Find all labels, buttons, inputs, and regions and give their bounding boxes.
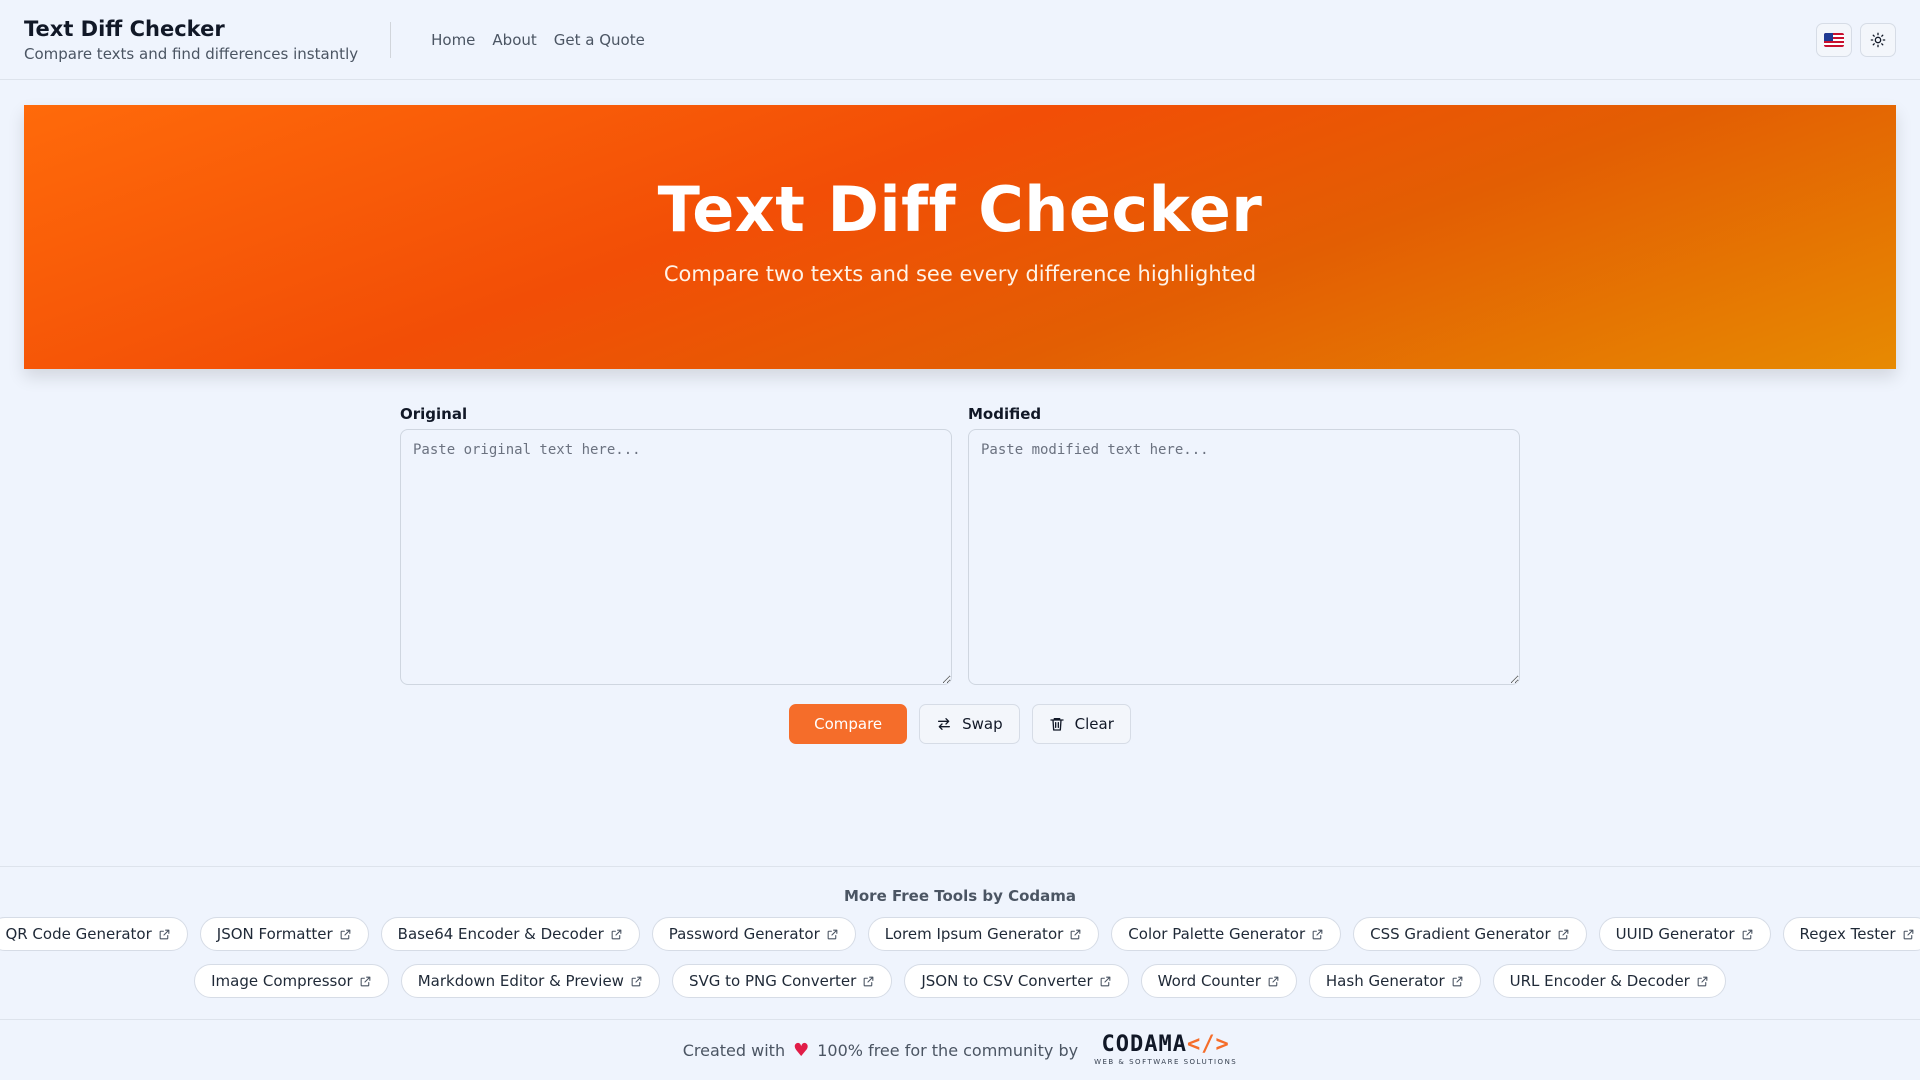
nav-get-a-quote-link[interactable]: Get a Quote bbox=[554, 31, 645, 49]
tool-link-label: JSON to CSV Converter bbox=[921, 972, 1093, 990]
external-link-icon bbox=[1452, 976, 1463, 986]
tool-link-qr-code-generator[interactable]: QR Code Generator bbox=[0, 917, 188, 951]
footer-free-text: 100% free for the community by bbox=[817, 1040, 1079, 1060]
tool-link-label: QR Code Generator bbox=[5, 925, 152, 943]
tool-link-regex-tester[interactable]: Regex Tester bbox=[1782, 917, 1920, 951]
external-link-icon bbox=[631, 976, 642, 986]
external-link-icon bbox=[360, 976, 371, 986]
tool-link-label: CSS Gradient Generator bbox=[1370, 925, 1551, 943]
tool-link-label: Regex Tester bbox=[1799, 925, 1896, 943]
external-link-icon bbox=[1903, 929, 1913, 939]
main-nav: Home About Get a Quote bbox=[431, 31, 645, 49]
codama-logo: CODAMA</> bbox=[1102, 1034, 1230, 1056]
sun-icon bbox=[1870, 32, 1886, 48]
original-label: Original bbox=[400, 405, 468, 423]
external-link-icon bbox=[863, 976, 874, 986]
site-header: Text Diff Checker Compare texts and find… bbox=[0, 0, 1920, 80]
external-link-icon bbox=[827, 929, 838, 939]
compare-label: Compare bbox=[814, 715, 883, 733]
tool-link-label: Word Counter bbox=[1157, 972, 1261, 990]
code-symbol-icon: </> bbox=[1187, 1032, 1230, 1057]
tool-link-word-counter[interactable]: Word Counter bbox=[1140, 964, 1297, 998]
nav-home-link[interactable]: Home bbox=[431, 31, 475, 49]
tool-link-color-palette-generator[interactable]: Color Palette Generator bbox=[1111, 917, 1342, 951]
tool-link-label: SVG to PNG Converter bbox=[688, 972, 857, 990]
modified-label: Modified bbox=[968, 405, 1042, 423]
codama-logo-link[interactable]: CODAMA</> WEB & SOFTWARE SOLUTIONS bbox=[1094, 1034, 1238, 1067]
hero-banner: Text Diff Checker Compare two texts and … bbox=[24, 105, 1896, 369]
tool-link-uuid-generator[interactable]: UUID Generator bbox=[1598, 917, 1771, 951]
footer-created-with: Created with bbox=[682, 1040, 786, 1060]
codama-logo-text: CODAMA bbox=[1101, 1032, 1188, 1057]
swap-label: Swap bbox=[962, 715, 1003, 733]
tool-link-label: Hash Generator bbox=[1325, 972, 1445, 990]
language-button[interactable] bbox=[1816, 23, 1852, 57]
trash-icon bbox=[1049, 718, 1064, 731]
tool-link-markdown-editor-and-preview[interactable]: Markdown Editor & Preview bbox=[400, 964, 660, 998]
modified-pane: Modified bbox=[968, 405, 1520, 685]
action-buttons: Compare Swap Clear bbox=[0, 704, 1920, 744]
hero-subtitle: Compare two texts and see every differen… bbox=[663, 261, 1257, 286]
modified-textarea[interactable] bbox=[968, 429, 1520, 685]
external-link-icon bbox=[1268, 976, 1279, 986]
tool-link-password-generator[interactable]: Password Generator bbox=[651, 917, 856, 951]
tool-link-hash-generator[interactable]: Hash Generator bbox=[1308, 964, 1481, 998]
tool-link-css-gradient-generator[interactable]: CSS Gradient Generator bbox=[1353, 917, 1587, 951]
external-link-icon bbox=[1100, 976, 1111, 986]
header-controls bbox=[1816, 23, 1896, 57]
tools-row-2: Image Compressor Markdown Editor & Previe… bbox=[0, 964, 1920, 998]
tool-link-image-compressor[interactable]: Image Compressor bbox=[194, 964, 389, 998]
nav-about-link[interactable]: About bbox=[492, 31, 536, 49]
flag-us-icon bbox=[1824, 33, 1844, 47]
tool-link-json-to-csv-converter[interactable]: JSON to CSV Converter bbox=[904, 964, 1129, 998]
theme-toggle-button[interactable] bbox=[1860, 23, 1896, 57]
tool-link-label: Base64 Encoder & Decoder bbox=[397, 925, 604, 943]
brand: Text Diff Checker Compare texts and find… bbox=[24, 16, 358, 63]
tool-link-label: Color Palette Generator bbox=[1128, 925, 1306, 943]
tool-link-label: UUID Generator bbox=[1615, 925, 1735, 943]
more-tools: More Free Tools by Codama QR Code Genera… bbox=[0, 866, 1920, 998]
external-link-icon bbox=[1697, 976, 1708, 986]
compare-button[interactable]: Compare bbox=[789, 704, 908, 744]
tool-link-svg-to-png-converter[interactable]: SVG to PNG Converter bbox=[671, 964, 893, 998]
external-link-icon bbox=[1558, 929, 1569, 939]
clear-label: Clear bbox=[1074, 715, 1114, 733]
tool-link-label: JSON Formatter bbox=[216, 925, 333, 943]
tool-link-label: Lorem Ipsum Generator bbox=[884, 925, 1064, 943]
external-link-icon bbox=[340, 929, 351, 939]
header-divider bbox=[390, 21, 392, 58]
tools-row-1: QR Code Generator JSON Formatter Base64 En… bbox=[0, 917, 1920, 951]
external-link-icon bbox=[611, 929, 622, 939]
clear-button[interactable]: Clear bbox=[1031, 704, 1131, 744]
external-link-icon bbox=[1742, 929, 1752, 939]
original-textarea[interactable] bbox=[400, 429, 952, 685]
swap-button[interactable]: Swap bbox=[919, 704, 1020, 744]
hero-title: Text Diff Checker bbox=[657, 172, 1263, 246]
external-link-icon bbox=[1312, 929, 1323, 939]
heart-icon: ♥ bbox=[793, 1039, 810, 1061]
editor-panes: Original Modified bbox=[400, 405, 1520, 685]
tool-link-json-formatter[interactable]: JSON Formatter bbox=[199, 917, 369, 951]
more-tools-title: More Free Tools by Codama bbox=[843, 887, 1077, 905]
brand-subtitle: Compare texts and find differences insta… bbox=[24, 45, 359, 63]
tool-link-label: Markdown Editor & Preview bbox=[417, 972, 624, 990]
site-footer: Created with ♥ 100% free for the communi… bbox=[0, 1019, 1920, 1080]
codama-tagline: WEB & SOFTWARE SOLUTIONS bbox=[1094, 1058, 1238, 1066]
tool-link-base64-encoder-and-decoder[interactable]: Base64 Encoder & Decoder bbox=[380, 917, 640, 951]
external-link-icon bbox=[159, 929, 170, 939]
brand-title: Text Diff Checker bbox=[24, 17, 225, 41]
tool-link-lorem-ipsum-generator[interactable]: Lorem Ipsum Generator bbox=[867, 917, 1100, 951]
tool-link-label: Password Generator bbox=[668, 925, 820, 943]
tool-link-url-encoder-and-decoder[interactable]: URL Encoder & Decoder bbox=[1492, 964, 1726, 998]
swap-icon bbox=[938, 718, 951, 730]
tool-link-label: URL Encoder & Decoder bbox=[1509, 972, 1690, 990]
original-pane: Original bbox=[400, 405, 952, 685]
tool-link-label: Image Compressor bbox=[211, 972, 353, 990]
external-link-icon bbox=[1070, 929, 1081, 939]
